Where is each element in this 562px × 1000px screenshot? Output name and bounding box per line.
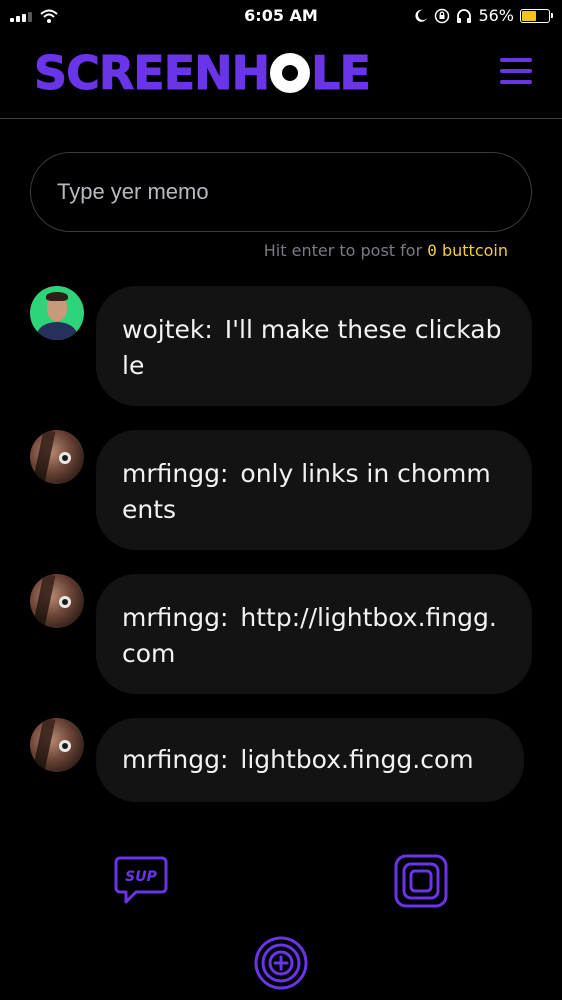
plus-circle-icon[interactable] bbox=[254, 936, 308, 990]
sup-label: SUP bbox=[125, 869, 157, 885]
message-bubble[interactable]: mrfingg lightbox.fingg.com bbox=[96, 718, 524, 802]
avatar[interactable] bbox=[30, 718, 84, 772]
cost-unit: buttcoin bbox=[441, 241, 508, 260]
hint-text: Hit enter to post for bbox=[263, 241, 423, 260]
post-cost-hint: Hit enter to post for 0 buttcoin bbox=[264, 241, 508, 260]
message-text: lightbox.fingg.com bbox=[240, 745, 474, 774]
cost-amount: 0 bbox=[427, 241, 437, 260]
header-divider bbox=[0, 118, 562, 119]
headphones-icon bbox=[457, 8, 472, 23]
message-bubble[interactable]: mrfinggonly links in chomments bbox=[96, 430, 532, 550]
rotation-lock-icon bbox=[435, 8, 450, 23]
avatar[interactable] bbox=[30, 574, 84, 628]
status-bar: 6:05 AM 56% bbox=[0, 0, 562, 34]
hamburger-menu-icon[interactable] bbox=[500, 58, 532, 84]
screen-frame-icon[interactable] bbox=[394, 854, 448, 908]
message-username: mrfingg bbox=[122, 459, 228, 488]
sup-chat-icon[interactable]: SUP bbox=[114, 854, 168, 908]
battery-percent: 56% bbox=[478, 6, 514, 25]
avatar[interactable] bbox=[30, 286, 84, 340]
message-username: mrfingg bbox=[122, 745, 228, 774]
battery-icon bbox=[520, 8, 553, 23]
avatar[interactable] bbox=[30, 430, 84, 484]
logo-o-ring bbox=[270, 53, 311, 93]
message-username: wojtek bbox=[122, 315, 213, 344]
app-logo: SCREENH LE bbox=[34, 46, 372, 101]
message-bubble[interactable]: mrfingghttp://lightbox.fingg.com bbox=[96, 574, 532, 694]
message-bubble[interactable]: wojtekI'll make these clickable bbox=[96, 286, 532, 406]
status-right: 56% bbox=[414, 6, 553, 25]
moon-icon bbox=[415, 9, 428, 22]
memo-input[interactable] bbox=[30, 152, 532, 232]
message-username: mrfingg bbox=[122, 603, 228, 632]
